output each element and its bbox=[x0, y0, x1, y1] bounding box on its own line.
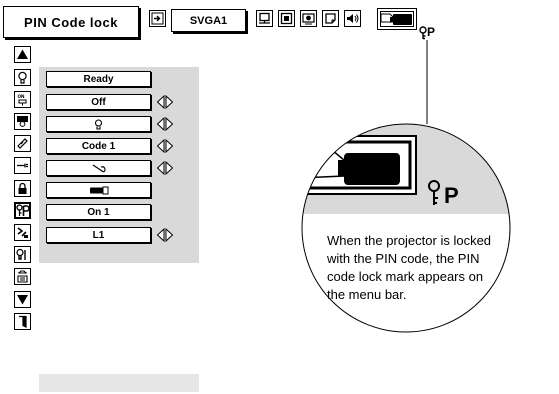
callout-text: When the projector is locked with the PI… bbox=[327, 233, 492, 302]
callout-graphic bbox=[301, 40, 511, 333]
callout-pin-mark-letter: P bbox=[444, 183, 459, 208]
